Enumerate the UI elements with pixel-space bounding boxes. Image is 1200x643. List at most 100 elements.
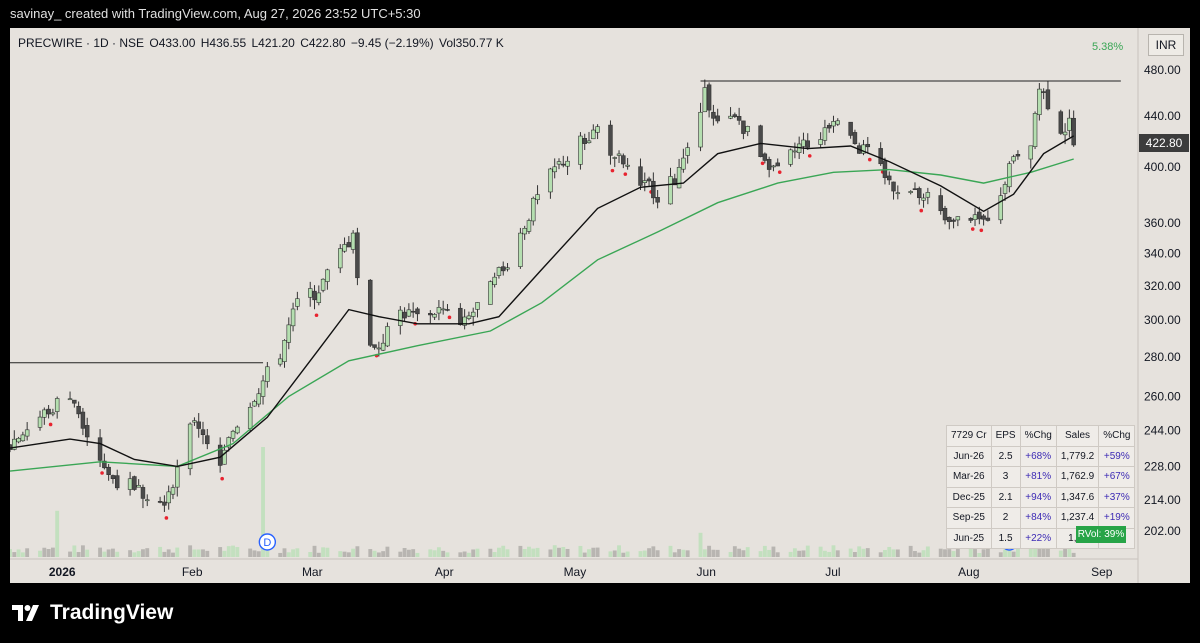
- candle-up: [556, 161, 562, 165]
- volume-bar: [115, 551, 120, 557]
- candle-up: [282, 340, 287, 362]
- volume-bar: [775, 552, 780, 557]
- candle-up: [702, 87, 708, 113]
- volume-bar: [925, 546, 930, 557]
- candle-up: [676, 167, 682, 189]
- volume-bar: [878, 552, 883, 557]
- volume-bar: [441, 550, 446, 557]
- currency-button[interactable]: INR: [1148, 34, 1184, 56]
- candle-up: [1032, 113, 1038, 147]
- candle-up: [921, 197, 926, 201]
- candle-down: [951, 219, 956, 222]
- volume-bar: [625, 551, 630, 557]
- volume-bar: [973, 549, 977, 557]
- volume-bar: [501, 545, 506, 557]
- volume-bar: [861, 548, 866, 557]
- price-tick-label: 320.00: [1144, 279, 1181, 293]
- candle-down: [621, 155, 626, 165]
- candle-up: [316, 292, 322, 303]
- candle-up: [788, 149, 793, 165]
- rvol-badge: RVol: 39%: [1076, 526, 1126, 543]
- table-cell: Dec-25: [946, 486, 992, 508]
- candle-down: [638, 166, 643, 186]
- signal-marker: [623, 172, 628, 176]
- volume-bar: [188, 545, 193, 557]
- volume-bar: [201, 549, 205, 557]
- candle-up: [1002, 184, 1008, 194]
- volume-bar: [471, 549, 476, 557]
- volume-bar: [767, 549, 772, 557]
- volume-bar: [488, 548, 493, 557]
- volume-bar: [891, 549, 896, 557]
- volume-bar: [745, 547, 750, 557]
- volume-bar: [977, 552, 982, 557]
- volume-bar: [252, 550, 257, 557]
- table-header-cell: %Chg: [1019, 425, 1057, 447]
- volume-bar: [355, 546, 360, 557]
- table-row: Jun-26 2.5 +68% 1,779.2 +59%: [946, 445, 1136, 467]
- candle-down: [140, 487, 146, 499]
- volume-bar: [196, 549, 201, 557]
- candle-up: [578, 135, 583, 165]
- volume-bar: [732, 546, 737, 557]
- volume-bar: [20, 552, 25, 557]
- candle-down: [826, 124, 832, 129]
- moving-average-short: [10, 135, 1075, 468]
- volume-bar: [312, 545, 317, 557]
- price-tick-label: 440.00: [1144, 109, 1181, 123]
- volume-bar: [917, 552, 922, 557]
- candle-down: [942, 207, 948, 221]
- volume-bar: [612, 550, 617, 557]
- volume-bar: [608, 551, 613, 557]
- volume-bar: [415, 552, 420, 557]
- candle-down: [132, 476, 137, 490]
- volume-bar: [758, 551, 763, 557]
- candle-up: [16, 437, 21, 443]
- candle-up: [265, 366, 270, 382]
- candle-up: [470, 311, 476, 317]
- signal-marker: [314, 313, 319, 318]
- candle-down: [938, 195, 943, 212]
- candle-down: [355, 232, 360, 279]
- volume-bar: [12, 552, 17, 557]
- dividend-icon-letter: D: [263, 537, 271, 549]
- volume-bar: [381, 551, 386, 557]
- volume-bar: [565, 548, 570, 557]
- time-tick-label: Feb: [182, 565, 203, 579]
- candle-up: [325, 269, 330, 282]
- candle-down: [977, 211, 982, 220]
- candle-down: [582, 138, 587, 144]
- candle-up: [685, 147, 690, 156]
- volume-bar: [651, 546, 656, 557]
- volume-bar: [136, 551, 141, 557]
- chart-frame[interactable]: 202.00 214.00 228.00 244.00 260.00 280.00 300.…: [10, 28, 1190, 583]
- volume-bar: [321, 547, 326, 557]
- candle-up: [376, 347, 382, 350]
- volume-bar: [436, 547, 441, 557]
- table-cell: 1,779.2: [1055, 445, 1100, 467]
- price-tick-label: 228.00: [1144, 459, 1181, 473]
- candle-down: [205, 435, 210, 445]
- volume-bar: [805, 545, 810, 557]
- volume-bar: [432, 550, 437, 557]
- price-tick-label: 300.00: [1144, 313, 1181, 327]
- candle-down: [1071, 117, 1076, 146]
- candle-up: [136, 485, 141, 488]
- legend-low: L421.20: [251, 36, 295, 50]
- volume-bar: [852, 552, 857, 557]
- volume-bar: [505, 549, 510, 557]
- brand-logo[interactable]: TradingView: [12, 600, 173, 626]
- volume-bar: [475, 548, 480, 557]
- volume-bar: [141, 549, 145, 557]
- candle-down: [368, 279, 373, 346]
- volume-bar: [848, 548, 853, 557]
- volume-bar: [235, 547, 240, 557]
- candle-down: [887, 175, 892, 181]
- candle-up: [1037, 88, 1042, 116]
- volume-bar: [368, 549, 373, 557]
- volume-bar: [325, 547, 330, 557]
- volume-bar: [561, 546, 566, 557]
- legend-change: −9.45 (−2.19%): [350, 36, 434, 50]
- table-cell: Mar-26: [946, 466, 992, 488]
- volume-bar: [887, 546, 892, 557]
